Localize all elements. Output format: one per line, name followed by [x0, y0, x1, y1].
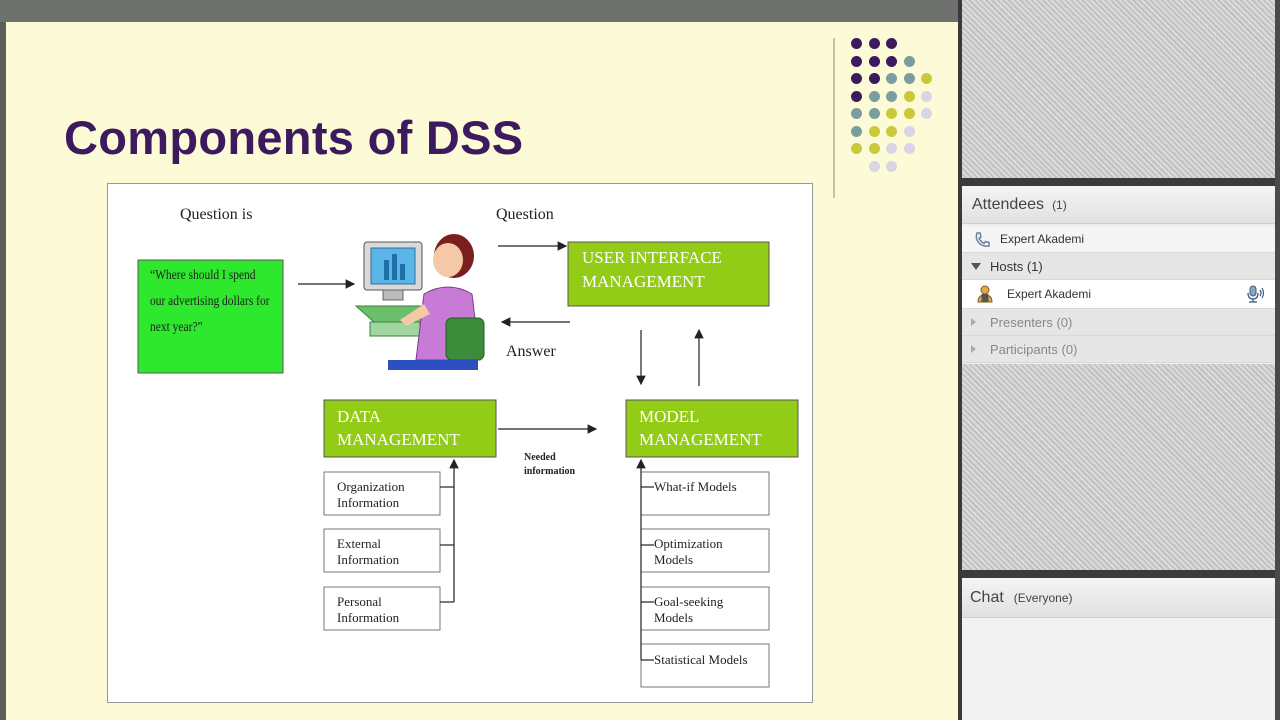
slide-decor-line — [833, 38, 835, 198]
chat-header[interactable]: Chat (Everyone) — [962, 578, 1275, 618]
decor-dot — [851, 38, 862, 49]
participants-group-row[interactable]: Participants (0) — [962, 336, 1275, 363]
decor-dot — [868, 143, 880, 154]
host-avatar-icon — [977, 285, 993, 303]
question-text-line: “Where should I spend — [150, 268, 256, 283]
attendees-empty-area — [962, 364, 1275, 570]
decor-dot — [886, 125, 897, 137]
model-item-label: Models — [654, 552, 693, 567]
decor-dot — [868, 38, 880, 49]
question-text-line: next year?” — [150, 320, 203, 335]
dial-in-row[interactable]: Expert Akademi — [962, 226, 1275, 253]
decor-dot — [868, 125, 880, 137]
dial-in-name: Expert Akademi — [1000, 232, 1085, 246]
data-item-label: Information — [337, 495, 400, 510]
decor-dot — [886, 90, 897, 102]
host-row[interactable]: Expert Akademi — [962, 280, 1275, 309]
data-item-label: Personal — [337, 594, 382, 609]
decor-dot — [868, 160, 880, 172]
model-item-label: Goal-seeking — [654, 594, 724, 609]
chat-title: Chat — [970, 589, 1004, 606]
attendees-title: Attendees — [972, 196, 1045, 213]
model-item-label: Statistical Models — [654, 652, 748, 667]
slide-decor-dots — [851, 38, 941, 178]
presentation-slide: Components of DSS Question is Question A… — [6, 22, 958, 720]
model-item-label: Optimization — [654, 536, 723, 551]
attendees-pod: Attendees (1) Expert Akademi Hosts (1) E… — [962, 186, 1275, 570]
decor-dot — [886, 160, 897, 172]
decor-dot — [886, 73, 897, 84]
model-box-line: MODEL — [639, 407, 700, 426]
video-pod — [962, 0, 1275, 178]
decor-dot — [921, 73, 932, 84]
slide-title: Components of DSS — [64, 111, 524, 164]
meeting-window: Components of DSS Question is Question A… — [0, 0, 1280, 720]
ui-box-line: MANAGEMENT — [582, 272, 705, 291]
chat-scope: (Everyone) — [1013, 591, 1073, 605]
user-at-computer-icon — [354, 234, 485, 370]
decor-dot — [851, 73, 862, 84]
decor-dot — [868, 90, 880, 102]
chevron-right-icon — [971, 345, 976, 353]
chat-pod: Chat (Everyone) — [962, 578, 1275, 720]
ui-box-line: USER INTERFACE — [582, 248, 722, 267]
chat-messages-area[interactable] — [962, 618, 1275, 720]
question-label: Question — [496, 206, 554, 223]
model-box-line: MANAGEMENT — [639, 430, 762, 449]
decor-dot — [868, 55, 880, 67]
attendees-count: (1) — [1052, 198, 1067, 212]
decor-dot — [903, 125, 915, 137]
right-panel-edge — [1275, 0, 1280, 720]
data-box-line: DATA — [337, 407, 381, 426]
decor-dot — [886, 55, 897, 67]
needed-info-label: information — [524, 466, 576, 477]
data-item-label: External — [337, 536, 382, 551]
decor-dot — [868, 73, 880, 84]
decor-dot — [903, 143, 915, 154]
participants-label: Participants (0) — [990, 342, 1078, 357]
microphone-icon[interactable] — [1244, 284, 1266, 304]
dss-diagram: Question is Question Answer “Where shoul… — [107, 183, 813, 703]
decor-dot — [851, 55, 862, 67]
decor-dot — [921, 108, 932, 119]
decor-dot — [851, 108, 862, 119]
decor-dot — [886, 38, 897, 49]
data-item-label: Information — [337, 552, 400, 567]
decor-dot — [851, 90, 862, 102]
right-panel: Attendees (1) Expert Akademi Hosts (1) E… — [962, 0, 1280, 720]
data-box-line: MANAGEMENT — [337, 430, 460, 449]
decor-dot — [903, 90, 915, 102]
decor-dot — [868, 108, 880, 119]
data-item-label: Information — [337, 610, 400, 625]
slide-top-bar — [0, 0, 958, 22]
attendees-header[interactable]: Attendees (1) — [962, 186, 1275, 224]
hosts-label: Hosts (1) — [990, 259, 1043, 274]
decor-dot — [851, 125, 862, 137]
presenters-label: Presenters (0) — [990, 315, 1073, 330]
needed-info-label: Needed — [524, 452, 556, 463]
decor-dot — [903, 55, 915, 67]
hosts-group-row[interactable]: Hosts (1) — [962, 253, 1275, 280]
model-item-label: What-if Models — [654, 479, 737, 494]
model-item-label: Models — [654, 610, 693, 625]
question-text-line: our advertising dollars for — [150, 294, 270, 309]
question-is-label: Question is — [180, 206, 253, 223]
decor-dot — [886, 143, 897, 154]
host-name: Expert Akademi — [1007, 287, 1092, 301]
data-item-label: Organization — [337, 479, 405, 494]
presenters-group-row[interactable]: Presenters (0) — [962, 309, 1275, 336]
decor-dot — [903, 108, 915, 119]
decor-dot — [921, 90, 932, 102]
decor-dot — [851, 143, 862, 154]
chevron-down-icon — [971, 263, 981, 270]
decor-dot — [903, 73, 915, 84]
answer-label: Answer — [506, 343, 556, 360]
chevron-right-icon — [971, 318, 976, 326]
decor-dot — [886, 108, 897, 119]
phone-icon — [975, 232, 990, 247]
